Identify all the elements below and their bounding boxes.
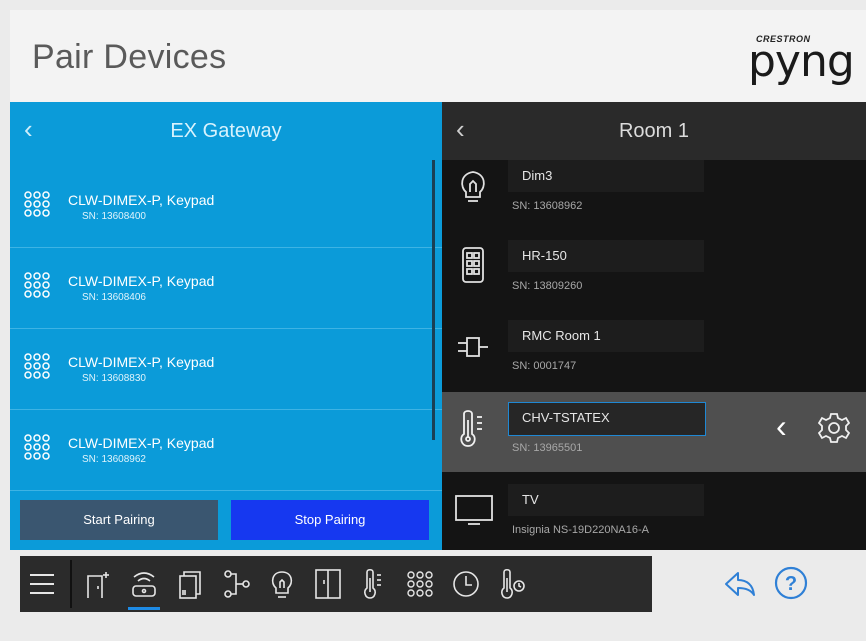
keypad-icon: [24, 434, 50, 460]
gateway-device-row[interactable]: CLW-DIMEX-P, Keypad SN: 13608962: [10, 410, 442, 491]
bottom-toolbar: [20, 556, 652, 612]
device-name: Dim3: [522, 168, 553, 183]
svg-text:?: ?: [785, 573, 797, 595]
room-device-row[interactable]: HR-150 SN: 13809260: [442, 230, 866, 310]
gateway-device-row[interactable]: CLW-DIMEX-P, Keypad SN: 13608400: [10, 167, 442, 248]
lightbulb-icon[interactable]: [264, 566, 300, 602]
room-device-row[interactable]: Dim3 SN: 13608962: [442, 150, 866, 230]
thermometer-icon[interactable]: [356, 566, 392, 602]
tv-icon: [455, 495, 493, 525]
scrollbar[interactable]: [432, 160, 435, 440]
gateway-panel: ‹ EX Gateway CLW-DIMEX-P, Keypad SN: 136…: [10, 102, 442, 550]
keypad-icon[interactable]: [402, 566, 438, 602]
divider: [70, 560, 72, 608]
device-serial: SN: 13809260: [512, 280, 583, 292]
room-device-row[interactable]: RMC Room 1 SN: 0001747: [442, 310, 866, 390]
start-pairing-button[interactable]: Start Pairing: [20, 500, 218, 540]
app-frame: Pair Devices pyng CRESTRON ‹ EX Gateway …: [10, 10, 866, 641]
gateway-title: EX Gateway: [170, 120, 282, 142]
gateway-device-row[interactable]: CLW-DIMEX-P, Keypad SN: 13608830: [10, 329, 442, 410]
keypad-icon: [24, 353, 50, 379]
logo-brand: CRESTRON: [756, 34, 811, 44]
door-icon[interactable]: [80, 566, 116, 602]
gateway-panel-header: ‹ EX Gateway: [10, 102, 442, 160]
clock-icon[interactable]: [448, 566, 484, 602]
window-icon[interactable]: [310, 566, 346, 602]
lightbulb-icon: [461, 171, 485, 202]
page-title: Pair Devices: [32, 38, 227, 76]
header: Pair Devices pyng CRESTRON: [10, 10, 866, 102]
share-icon[interactable]: [724, 570, 756, 598]
active-tab-indicator: [128, 607, 160, 610]
device-name: HR-150: [522, 248, 567, 263]
device-serial: SN: 13608406: [82, 292, 146, 303]
thermometer-icon: [460, 410, 482, 447]
device-serial: SN: 13965501: [512, 442, 583, 454]
help-icon[interactable]: ?: [774, 566, 808, 600]
gateway-device-row[interactable]: CLW-DIMEX-P, Keypad SN: 13608406: [10, 248, 442, 329]
crestron-pyng-logo: pyng CRESTRON: [744, 32, 855, 88]
device-name: CLW-DIMEX-P, Keypad: [68, 192, 215, 208]
device-name: CLW-DIMEX-P, Keypad: [68, 273, 215, 289]
device-serial: SN: 13608830: [82, 373, 146, 384]
shades-icon[interactable]: [172, 566, 208, 602]
room-device-row-selected[interactable]: CHV-TSTATEX SN: 13965501 ‹: [442, 392, 866, 472]
chevron-left-icon[interactable]: ‹: [776, 408, 787, 445]
room-panel: ‹ Room 1 Dim3 SN: 13608962 HR-150 SN: 13…: [442, 102, 866, 550]
keypad-icon: [24, 272, 50, 298]
gateway-icon[interactable]: [126, 566, 162, 602]
remote-icon: [462, 247, 484, 283]
device-name: TV: [522, 492, 539, 507]
controller-icon: [458, 337, 488, 357]
menu-icon[interactable]: [24, 566, 60, 602]
hub-icon[interactable]: [218, 566, 254, 602]
device-serial: SN: 0001747: [512, 360, 577, 372]
device-name: RMC Room 1: [522, 328, 601, 343]
stop-pairing-button[interactable]: Stop Pairing: [231, 500, 429, 540]
device-name: CLW-DIMEX-P, Keypad: [68, 354, 215, 370]
device-serial: SN: 13608400: [82, 211, 146, 222]
temperature-sensor-icon[interactable]: [494, 566, 530, 602]
device-serial: SN: 13608962: [82, 454, 146, 465]
device-name: CLW-DIMEX-P, Keypad: [68, 435, 215, 451]
device-name: CHV-TSTATEX: [522, 410, 610, 425]
keypad-icon: [24, 191, 50, 217]
room-title: Room 1: [618, 120, 690, 142]
device-model: Insignia NS-19D220NA16-A: [512, 524, 649, 536]
room-device-row[interactable]: TV Insignia NS-19D220NA16-A: [442, 474, 866, 550]
device-serial: SN: 13608962: [512, 200, 583, 212]
gear-icon[interactable]: [818, 412, 850, 444]
